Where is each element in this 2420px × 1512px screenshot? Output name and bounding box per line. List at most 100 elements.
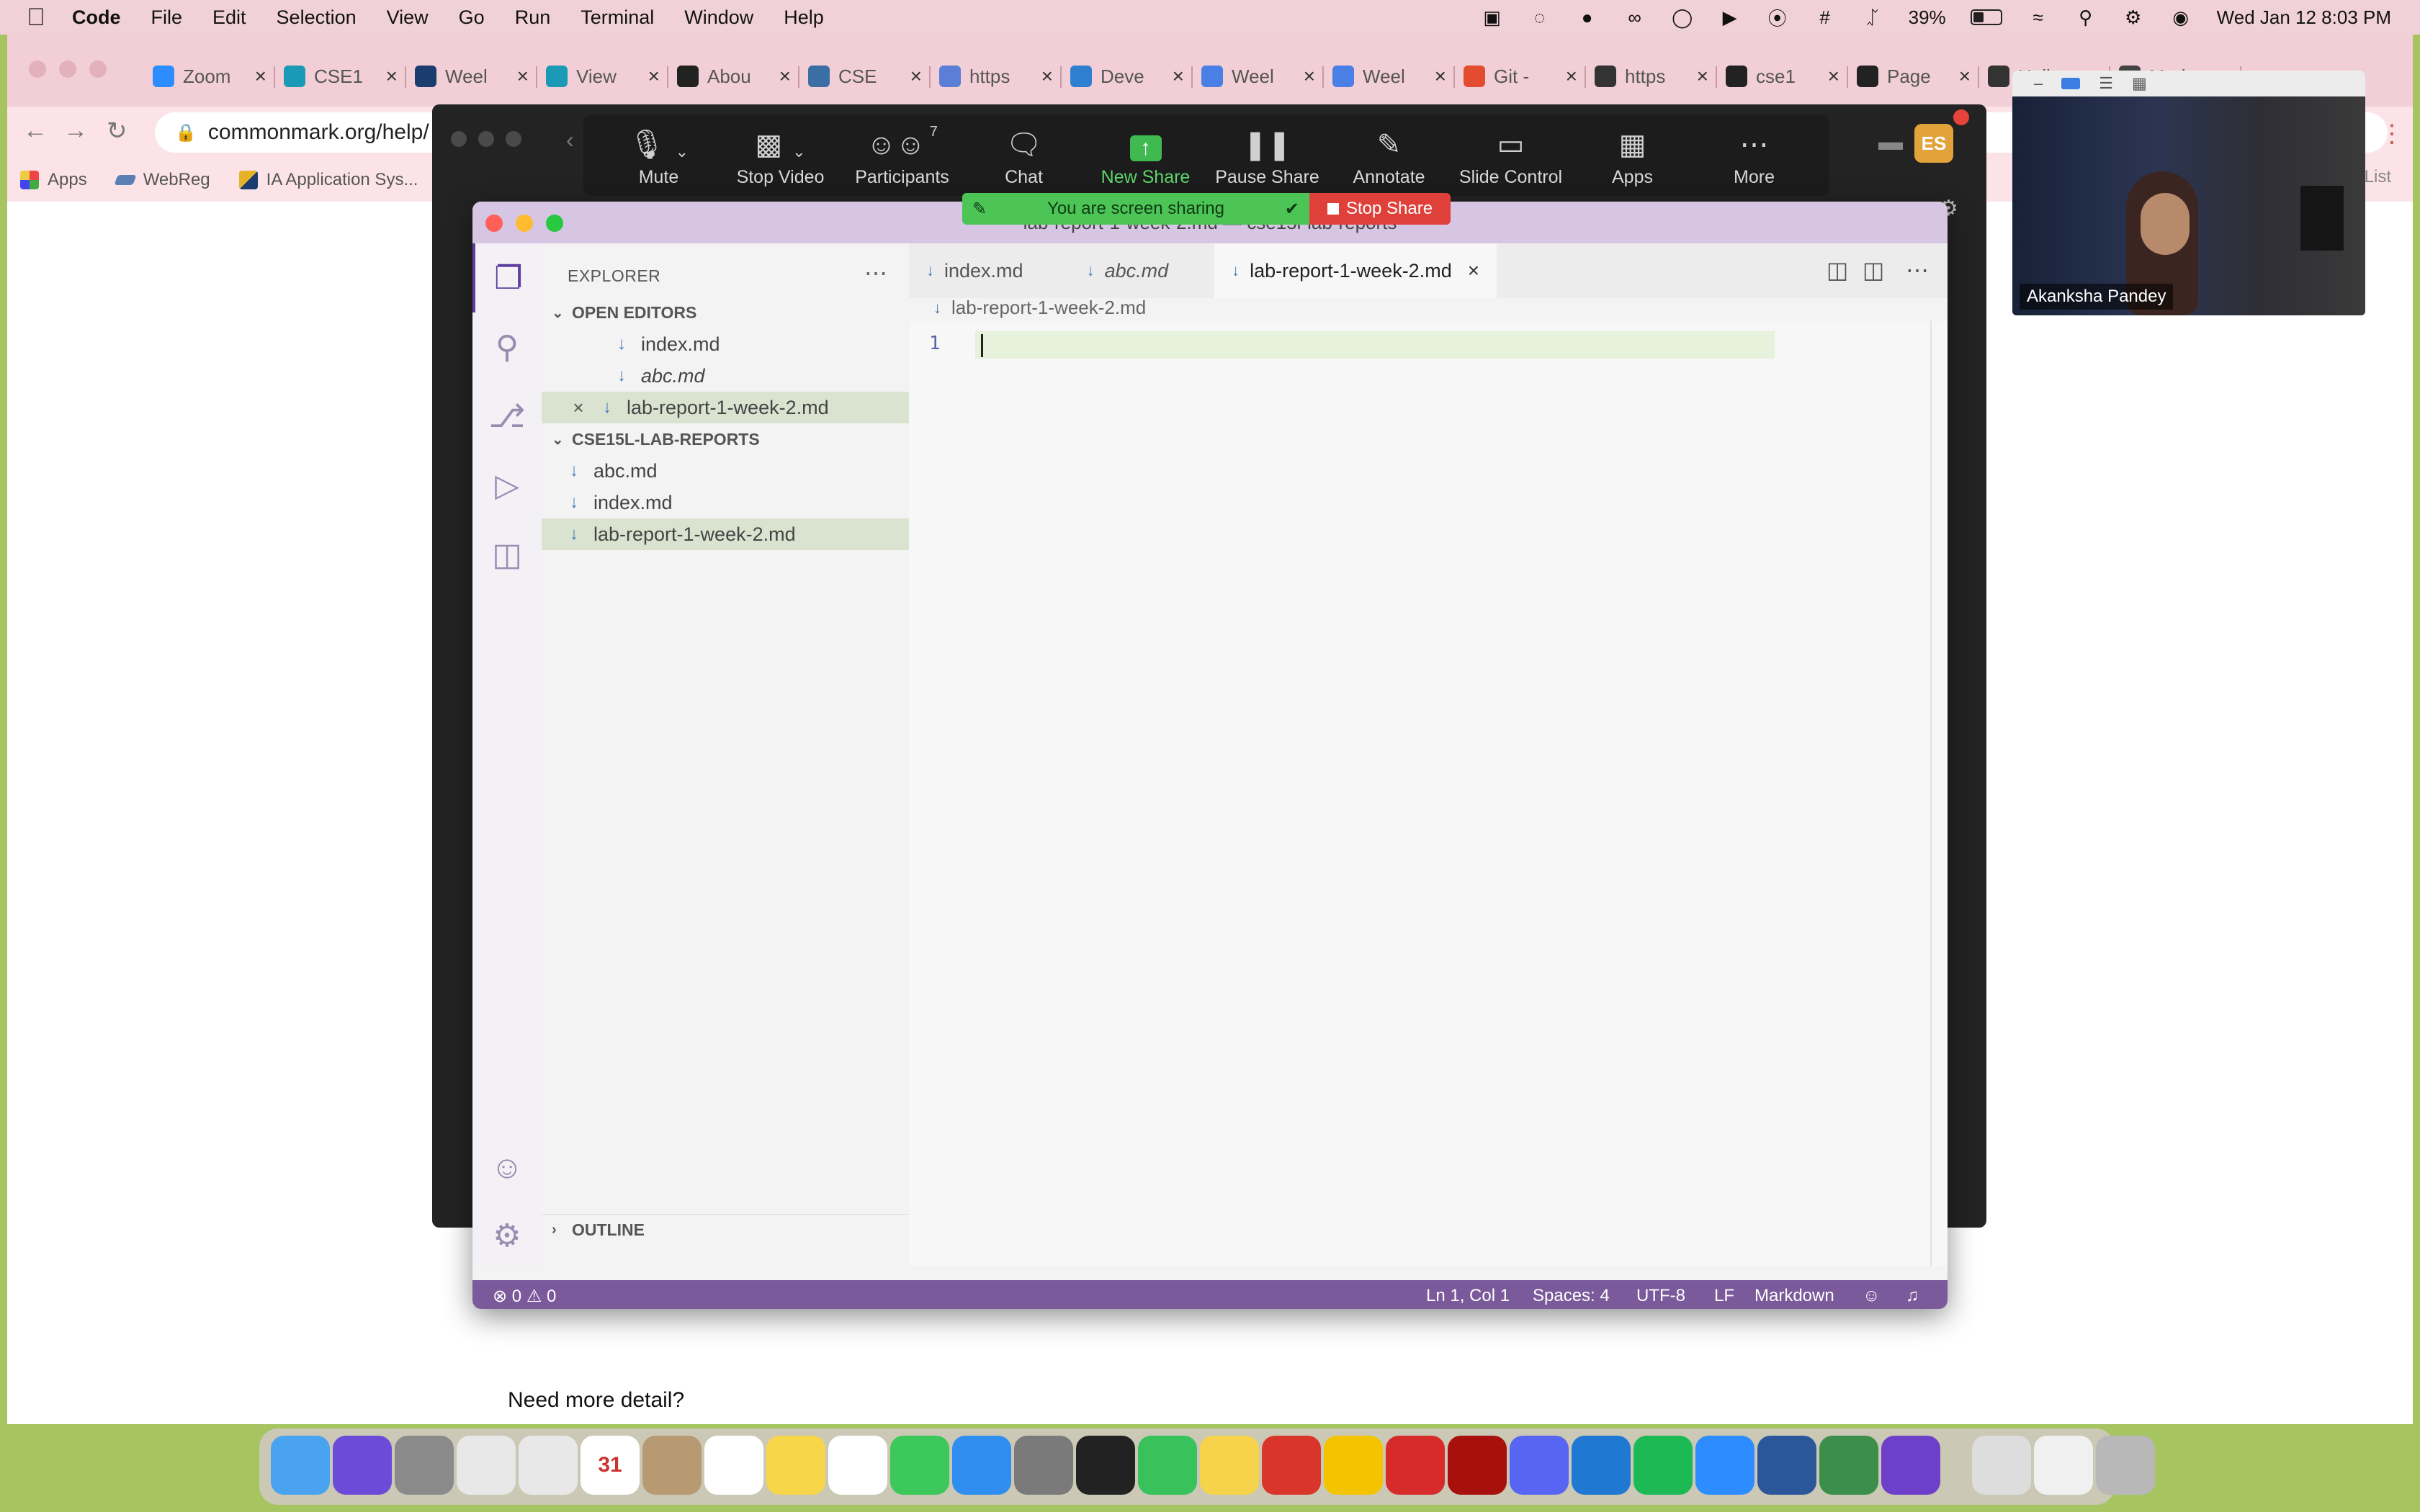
wechat-icon[interactable] (1138, 1436, 1197, 1495)
youdao-icon[interactable] (1386, 1436, 1445, 1495)
reload-icon[interactable]: ↻ (107, 117, 127, 145)
vscode-zoom-button[interactable] (546, 215, 563, 232)
close-tab-icon[interactable]: × (517, 65, 529, 88)
menu-edit[interactable]: Edit (212, 6, 246, 29)
browser-tab[interactable]: Abou × (668, 55, 799, 98)
explorer-files-icon[interactable]: ❐ (472, 243, 542, 312)
close-tab-icon[interactable]: × (1173, 65, 1184, 88)
screen-record-icon[interactable]: ◯ (1671, 6, 1694, 28)
browser-tab[interactable]: Git - × (1455, 55, 1586, 98)
bookmark-webreg[interactable]: WebReg (114, 170, 210, 190)
gmail-icon[interactable] (519, 1436, 578, 1495)
file-tree-item-selected[interactable]: ↓ lab-report-1-week-2.md (542, 518, 909, 550)
speaker-view-icon[interactable] (2061, 78, 2081, 89)
zoom-chat-button[interactable]: 🗨 Chat (963, 124, 1085, 188)
close-tab-icon[interactable]: × (1304, 65, 1315, 88)
siri-icon[interactable] (333, 1436, 392, 1495)
control-center-icon[interactable]: ⚙ (2122, 6, 2145, 28)
open-editor-item[interactable]: ↓ index.md (542, 328, 909, 360)
zoom-security-icon[interactable]: ▬ (1878, 128, 1903, 156)
reading-list-label[interactable]: List (2365, 167, 2391, 187)
github-desktop-icon[interactable] (1881, 1436, 1940, 1495)
zoom-more-button[interactable]: ⋯ More (1693, 124, 1815, 188)
creative-cloud-icon[interactable]: ∞ (1623, 6, 1646, 28)
close-tab-icon[interactable]: × (648, 65, 660, 88)
clock[interactable]: Wed Jan 12 8:03 PM (2217, 6, 2391, 29)
bookmark-apps[interactable]: Apps (20, 170, 87, 190)
zoom-participants-button[interactable]: ☺☺ 7 Participants (841, 124, 963, 188)
notes-icon[interactable] (766, 1436, 825, 1495)
close-tab-icon[interactable]: × (255, 65, 266, 88)
trash-icon[interactable] (2096, 1436, 2155, 1495)
browser-tab[interactable]: Zoom × (144, 55, 275, 98)
browser-tab[interactable]: Weel × (1193, 55, 1324, 98)
contacts-icon[interactable] (642, 1436, 702, 1495)
split-editor-icon[interactable]: ◫ (1863, 256, 1884, 284)
tab-index-md[interactable]: ↓ index.md (909, 243, 1070, 298)
menu-selection[interactable]: Selection (277, 6, 357, 29)
browser-zoom-button[interactable] (89, 60, 107, 78)
browser-tab[interactable]: https × (931, 55, 1062, 98)
open-editor-item-active[interactable]: × ↓ lab-report-1-week-2.md (542, 392, 909, 423)
browser-tab[interactable]: CSE1 × (275, 55, 406, 98)
zoom-pause-share-button[interactable]: ❚❚ Pause Share (1206, 124, 1328, 188)
cursor-position[interactable]: Ln 1, Col 1 (1426, 1286, 1510, 1306)
extensions-icon[interactable]: ◫ (472, 520, 542, 589)
search-icon[interactable]: ⚲ (472, 312, 542, 382)
zoom-mute-button[interactable]: 🎙 ⌄ Mute (598, 124, 720, 188)
zoom-icon[interactable] (1695, 1436, 1754, 1495)
apple-menu-icon[interactable]:  (0, 4, 72, 32)
line-ending[interactable]: LF (1714, 1286, 1734, 1306)
open-editors-section[interactable]: ⌄ OPEN EDITORS (542, 297, 909, 328)
gallery-view-icon[interactable]: ▦ (2132, 74, 2147, 93)
word-icon[interactable] (1757, 1436, 1816, 1495)
close-tab-icon[interactable]: × (386, 65, 398, 88)
close-editor-icon[interactable]: × (568, 397, 589, 419)
chrome-icon[interactable] (457, 1436, 516, 1495)
artstudio-icon[interactable] (1324, 1436, 1383, 1495)
browser-tab[interactable]: Weel × (406, 55, 537, 98)
editor-scrollbar[interactable] (1930, 321, 1932, 1266)
play-status-icon[interactable]: ▶ (1718, 6, 1742, 28)
bluetooth-icon[interactable]: ᛢ (1861, 6, 1884, 28)
zoom-annotate-button[interactable]: ✎ Annotate (1328, 124, 1450, 188)
siri-status-icon[interactable]: ◉ (2169, 6, 2192, 28)
zoom-apps-button[interactable]: ▦ Apps (1572, 124, 1693, 188)
editor-more-icon[interactable]: ⋯ (1906, 256, 1929, 284)
indentation[interactable]: Spaces: 4 (1533, 1286, 1610, 1306)
airdrop-icon[interactable]: ⦿ (1766, 7, 1789, 30)
menu-help[interactable]: Help (784, 6, 824, 29)
menu-terminal[interactable]: Terminal (581, 6, 654, 29)
back-arrow-icon[interactable]: ← (23, 117, 48, 145)
system-preferences-icon[interactable] (1014, 1436, 1073, 1495)
browser-tab[interactable]: cse1 × (1717, 55, 1848, 98)
browser-tab[interactable]: Deve × (1062, 55, 1193, 98)
outline-section[interactable]: › OUTLINE (542, 1214, 909, 1246)
manage-gear-icon[interactable]: ⚙ (472, 1201, 542, 1270)
folder-section[interactable]: ⌄ CSE15L-LAB-REPORTS (542, 423, 909, 455)
close-tab-icon[interactable]: × (1041, 65, 1053, 88)
close-tab-icon[interactable]: × (1697, 65, 1708, 88)
zoom-new-share-button[interactable]: ↑ New Share (1085, 124, 1206, 188)
breadcrumb[interactable]: ↓ lab-report-1-week-2.md (933, 297, 1146, 319)
strip-view-icon[interactable]: ☰ (2099, 74, 2113, 93)
browser-close-button[interactable] (29, 60, 46, 78)
menu-view[interactable]: View (387, 6, 429, 29)
stop-share-button[interactable]: Stop Share (1309, 193, 1451, 225)
close-tab-icon[interactable]: × (1828, 65, 1839, 88)
reminders-icon[interactable] (704, 1436, 763, 1495)
spotlight-search-icon[interactable]: ⚲ (2074, 6, 2097, 28)
open-editor-item[interactable]: ↓ abc.md (542, 360, 909, 392)
wifi-icon[interactable]: ≈ (2027, 6, 2050, 28)
globe-app-icon[interactable] (1819, 1436, 1878, 1495)
qq-icon[interactable] (1076, 1436, 1135, 1495)
zoom-avatar[interactable]: ES (1914, 124, 1953, 163)
app-store-icon[interactable] (952, 1436, 1011, 1495)
forward-arrow-icon[interactable]: → (63, 117, 88, 145)
kakao-icon[interactable] (1200, 1436, 1259, 1495)
wechat-status-icon[interactable]: ● (1576, 6, 1599, 28)
notifications-bell-icon[interactable]: ♫ (1906, 1286, 1919, 1306)
zoom-stop-video-button[interactable]: ▩ ⌄ Stop Video (720, 124, 841, 188)
run-debug-icon[interactable]: ▷ (472, 451, 542, 520)
zoom-collapse-chevron-icon[interactable]: ‹ (566, 127, 574, 153)
